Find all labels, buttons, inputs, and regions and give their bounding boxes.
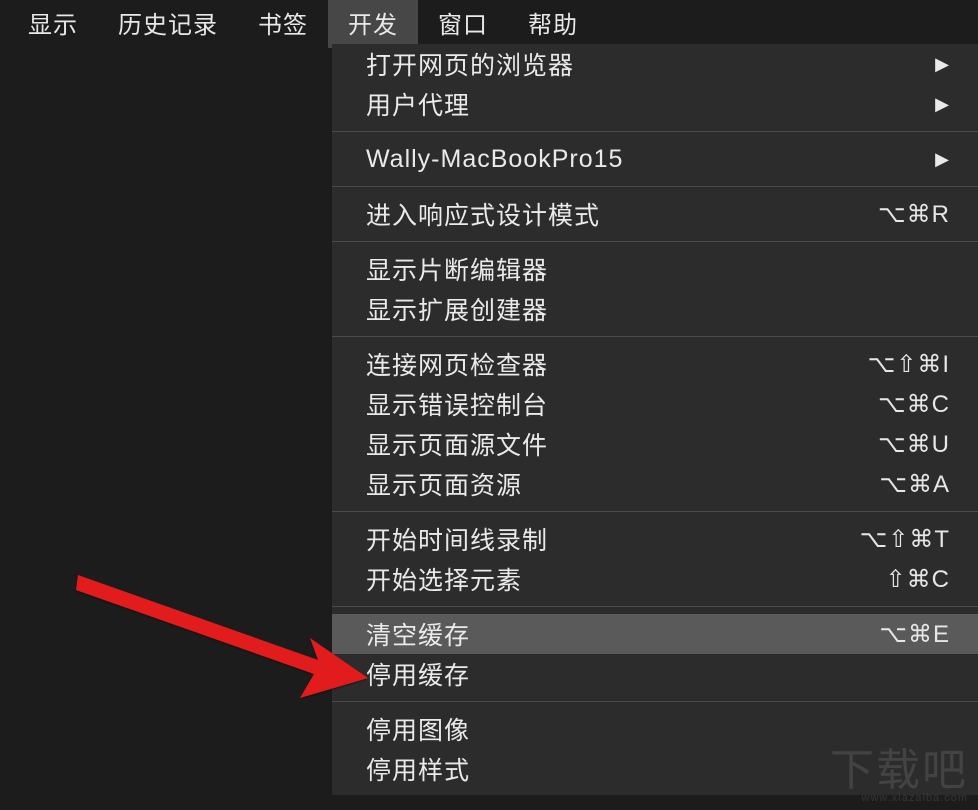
menubar-item-develop[interactable]: 开发 [328,0,418,48]
menu-item-label: 显示页面源文件 [366,426,548,462]
menu-item-empty-caches[interactable]: 清空缓存 ⌥⌘E [332,614,978,654]
menu-item-label: 开始选择元素 [366,561,522,597]
menu-item-shortcut: ⌥⌘R [878,200,950,229]
menu-item-label: 连接网页检查器 [366,346,548,382]
menu-item-label: Wally-MacBookPro15 [366,145,623,174]
annotation-arrow-icon [68,560,368,720]
menu-item-page-resources[interactable]: 显示页面资源 ⌥⌘A [332,464,978,504]
menu-item-user-agent[interactable]: 用户代理 ▶ [332,84,978,124]
menu-item-error-console[interactable]: 显示错误控制台 ⌥⌘C [332,384,978,424]
menu-item-web-inspector[interactable]: 连接网页检查器 ⌥⇧⌘I [332,344,978,384]
menu-item-shortcut: ⌥⇧⌘T [860,525,950,554]
submenu-arrow-icon: ▶ [935,94,950,115]
menu-item-disable-caches[interactable]: 停用缓存 [332,654,978,694]
menu-item-label: 显示页面资源 [366,466,522,502]
menu-item-label: 清空缓存 [366,616,470,652]
menu-item-snippet-editor[interactable]: 显示片断编辑器 [332,249,978,289]
menu-item-responsive-design[interactable]: 进入响应式设计模式 ⌥⌘R [332,194,978,234]
menu-item-shortcut: ⌥⌘A [879,470,950,499]
menu-separator [332,186,978,187]
menubar-item-help[interactable]: 帮助 [508,0,598,48]
menubar-item-display[interactable]: 显示 [8,0,98,48]
menubar-item-history[interactable]: 历史记录 [98,0,238,48]
menu-item-disable-styles[interactable]: 停用样式 [332,749,978,789]
menu-separator [332,511,978,512]
menu-item-label: 停用图像 [366,711,470,747]
menu-separator [332,336,978,337]
menu-separator [332,131,978,132]
menu-separator [332,701,978,702]
menu-item-shortcut: ⌥⌘U [878,430,950,459]
submenu-arrow-icon: ▶ [935,54,950,75]
menu-separator [332,241,978,242]
menu-item-shortcut: ⇧⌘C [886,565,950,594]
menu-item-disable-images[interactable]: 停用图像 [332,709,978,749]
develop-dropdown-menu: 打开网页的浏览器 ▶ 用户代理 ▶ Wally-MacBookPro15 ▶ 进… [332,44,978,795]
menubar-item-window[interactable]: 窗口 [418,0,508,48]
menu-item-extension-builder[interactable]: 显示扩展创建器 [332,289,978,329]
menubar-item-bookmarks[interactable]: 书签 [238,0,328,48]
submenu-arrow-icon: ▶ [935,149,950,170]
menu-item-open-page-with[interactable]: 打开网页的浏览器 ▶ [332,44,978,84]
menu-item-label: 开始时间线录制 [366,521,548,557]
menubar: 显示 历史记录 书签 开发 窗口 帮助 [0,0,978,44]
menu-item-timeline-record[interactable]: 开始时间线录制 ⌥⇧⌘T [332,519,978,559]
menu-item-label: 停用缓存 [366,656,470,692]
menu-item-label: 打开网页的浏览器 [366,46,574,82]
menu-item-label: 进入响应式设计模式 [366,196,600,232]
menu-item-page-source[interactable]: 显示页面源文件 ⌥⌘U [332,424,978,464]
menu-item-select-element[interactable]: 开始选择元素 ⇧⌘C [332,559,978,599]
menu-item-label: 用户代理 [366,86,470,122]
menu-item-shortcut: ⌥⌘E [879,620,950,649]
menu-item-label: 停用样式 [366,751,470,787]
menu-separator [332,606,978,607]
menu-item-shortcut: ⌥⌘C [878,390,950,419]
menu-item-label: 显示扩展创建器 [366,291,548,327]
menu-item-label: 显示片断编辑器 [366,251,548,287]
menu-item-device[interactable]: Wally-MacBookPro15 ▶ [332,139,978,179]
menu-item-label: 显示错误控制台 [366,386,548,422]
menu-item-shortcut: ⌥⇧⌘I [868,350,950,379]
